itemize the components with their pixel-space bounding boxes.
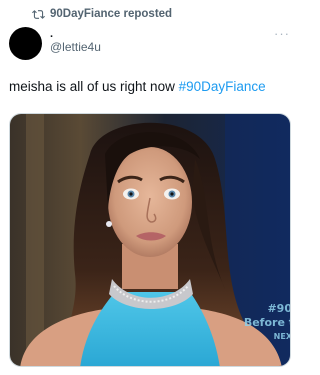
more-icon[interactable]: ··· — [274, 27, 290, 40]
avatar[interactable] — [9, 27, 42, 60]
tweet-body: meisha is all of us right now — [9, 79, 175, 94]
author-display-name[interactable]: . — [50, 28, 53, 40]
hashtag-link[interactable]: #90DayFiance — [179, 79, 266, 94]
media-overlay-show: Before t — [243, 316, 291, 329]
author-handle[interactable]: @lettie4u — [50, 40, 101, 55]
tweet-card[interactable]: 90DayFiance reposted . @lettie4u ··· mei… — [0, 0, 300, 375]
media-overlay-hashtag: #90 — [267, 302, 291, 315]
repost-icon — [32, 8, 45, 21]
tweet-text: meisha is all of us right now #90DayFian… — [9, 78, 266, 95]
media-overlay-next: NEX — [273, 332, 291, 341]
media-photo — [10, 114, 290, 366]
repost-indicator[interactable]: 90DayFiance reposted — [32, 6, 172, 22]
tweet-media-image[interactable]: #90 Before t NEX — [9, 113, 291, 367]
repost-text: 90DayFiance reposted — [50, 8, 173, 20]
